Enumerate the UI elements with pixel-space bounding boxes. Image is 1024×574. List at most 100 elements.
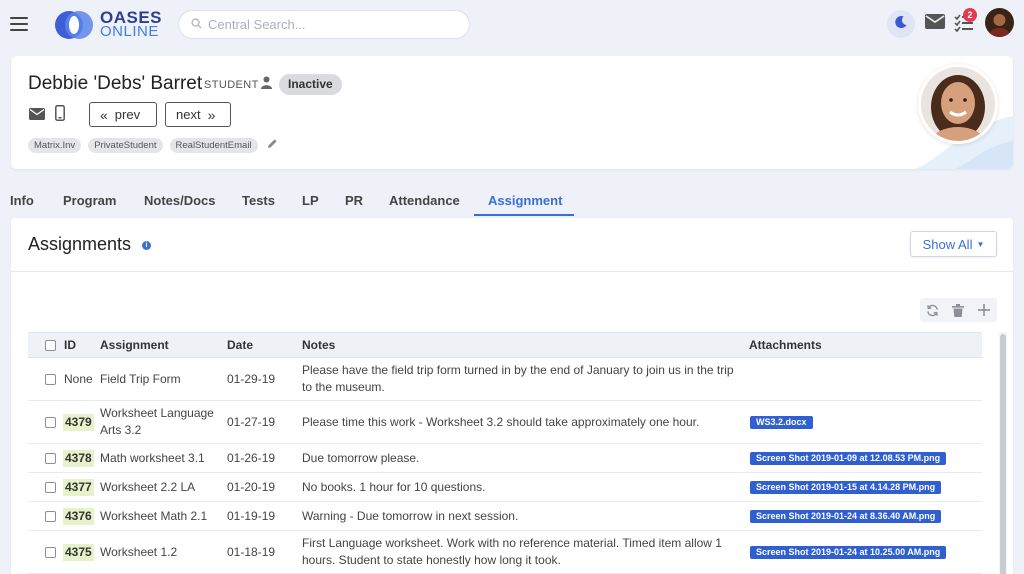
plus-icon[interactable] — [976, 302, 992, 318]
row-assignment: Worksheet Math 2.1 — [100, 508, 208, 523]
attachment-link[interactable]: WS3.2.docx — [750, 415, 813, 429]
row-id[interactable]: 4378 — [63, 449, 94, 467]
phone-icon[interactable] — [55, 105, 65, 126]
student-photo — [918, 64, 998, 144]
info-icon[interactable]: i — [142, 241, 151, 250]
mail-icon[interactable] — [925, 14, 945, 32]
search-input[interactable] — [208, 17, 448, 32]
row-notes: First Language worksheet. Work with no r… — [302, 536, 722, 567]
tag[interactable]: PrivateStudent — [88, 137, 163, 153]
prev-label: prev — [114, 107, 141, 122]
row-checkbox[interactable] — [45, 373, 56, 385]
table-row[interactable]: 4378 Math worksheet 3.1 01-26-19 Due tom… — [28, 444, 982, 473]
attachment-link[interactable]: Screen Shot 2019-01-24 at 10.25.00 AM.pn… — [750, 545, 947, 559]
row-id[interactable]: 4379 — [63, 413, 94, 431]
tag[interactable]: RealStudentEmail — [169, 137, 258, 153]
table-header: ID Assignment Date Notes Attachments — [28, 332, 982, 358]
student-profile-card: Debbie 'Debs' Barret STUDENT Inactive « … — [11, 56, 1013, 169]
logo[interactable]: OASES ONLINE — [54, 8, 162, 42]
table-scrollbar[interactable] — [999, 332, 1007, 574]
row-checkbox[interactable] — [45, 416, 56, 428]
row-id[interactable]: 4376 — [63, 507, 94, 525]
central-search[interactable] — [178, 10, 470, 39]
row-date: 01-29-19 — [227, 371, 276, 386]
active-tab-indicator — [474, 214, 574, 216]
tab-lp[interactable]: LP — [302, 186, 319, 216]
refresh-icon[interactable] — [925, 302, 941, 318]
tab-assignment[interactable]: Assignment — [488, 186, 562, 216]
student-role: STUDENT — [204, 79, 259, 91]
trash-icon[interactable] — [950, 302, 966, 318]
row-date: 01-20-19 — [227, 479, 276, 494]
row-checkbox[interactable] — [45, 481, 56, 493]
logo-line2: ONLINE — [100, 23, 159, 40]
row-assignment: Worksheet 1.2 — [100, 544, 178, 559]
row-assignment: Math worksheet 3.1 — [100, 450, 205, 465]
tab-program[interactable]: Program — [63, 186, 116, 216]
double-chevron-left-icon: « — [100, 106, 108, 123]
table-row[interactable]: 4375 Worksheet 1.2 01-18-19 First Langua… — [28, 531, 982, 574]
moon-icon — [894, 15, 908, 34]
row-date: 01-26-19 — [227, 450, 276, 465]
attachment-link[interactable]: Screen Shot 2019-01-24 at 8.36.40 AM.png — [750, 509, 942, 523]
attachment-link[interactable]: Screen Shot 2019-01-15 at 4.14.28 PM.png — [750, 480, 942, 494]
row-notes: Warning - Due tomorrow in next session. — [302, 508, 519, 523]
logo-mark-icon — [54, 10, 94, 40]
tab-pr[interactable]: PR — [345, 186, 363, 216]
table-row[interactable]: None Field Trip Form 01-29-19 Please hav… — [28, 358, 982, 401]
page-title: Assignments — [28, 234, 132, 254]
tag[interactable]: Matrix.Inv — [28, 137, 82, 153]
search-icon — [191, 16, 202, 34]
row-assignment: Worksheet Language Arts 3.2 — [100, 406, 214, 437]
hamburger-icon[interactable] — [10, 17, 28, 31]
email-icon[interactable] — [29, 107, 45, 125]
column-header-id[interactable]: ID — [64, 333, 76, 357]
caret-down-icon: ▼ — [976, 239, 985, 249]
notification-badge: 2 — [963, 8, 977, 22]
edit-pencil-icon[interactable] — [267, 136, 278, 154]
attachment-link[interactable]: Screen Shot 2019-01-09 at 12.08.53 PM.pn… — [750, 451, 947, 465]
tab-attendance[interactable]: Attendance — [389, 186, 460, 216]
row-id[interactable]: 4375 — [63, 543, 94, 561]
student-tabs: Info Program Notes/Docs Tests LP PR Atte… — [0, 186, 1014, 216]
column-header-assignment[interactable]: Assignment — [100, 333, 169, 357]
dark-mode-toggle[interactable] — [887, 10, 915, 38]
next-label: next — [176, 107, 201, 122]
row-notes: Please time this work - Worksheet 3.2 sh… — [302, 414, 700, 429]
assignments-panel: Assignments i Show All ▼ ID Assignment D… — [11, 218, 1013, 574]
assignments-table: ID Assignment Date Notes Attachments Non… — [28, 332, 982, 574]
tab-notes-docs[interactable]: Notes/Docs — [144, 186, 216, 216]
row-checkbox[interactable] — [45, 546, 56, 558]
row-assignment: Worksheet 2.2 LA — [100, 479, 196, 494]
user-avatar[interactable] — [985, 8, 1014, 37]
row-notes: Please have the field trip form turned i… — [302, 363, 734, 394]
row-date: 01-27-19 — [227, 414, 276, 429]
person-icon — [261, 76, 272, 94]
column-header-date[interactable]: Date — [227, 333, 253, 357]
prev-student-button[interactable]: « prev — [89, 102, 157, 127]
student-name: Debbie 'Debs' Barret — [28, 73, 203, 94]
row-checkbox[interactable] — [45, 452, 56, 464]
select-all-checkbox[interactable] — [45, 339, 56, 351]
student-tags: Matrix.Inv PrivateStudent RealStudentEma… — [28, 136, 278, 154]
tab-tests[interactable]: Tests — [242, 186, 275, 216]
show-all-dropdown[interactable]: Show All ▼ — [910, 231, 997, 257]
row-id[interactable]: 4377 — [63, 478, 94, 496]
row-date: 01-18-19 — [227, 544, 276, 559]
row-assignment: Field Trip Form — [100, 371, 181, 386]
double-chevron-right-icon: » — [207, 106, 216, 123]
row-notes: No books. 1 hour for 10 questions. — [302, 479, 486, 494]
row-checkbox[interactable] — [45, 510, 56, 522]
scrollbar-thumb[interactable] — [1000, 334, 1006, 574]
divider — [11, 271, 1013, 272]
table-row[interactable]: 4376 Worksheet Math 2.1 01-19-19 Warning… — [28, 502, 982, 531]
table-row[interactable]: 4377 Worksheet 2.2 LA 01-20-19 No books.… — [28, 473, 982, 502]
table-toolbar — [920, 298, 997, 322]
next-student-button[interactable]: next » — [165, 102, 231, 127]
tab-info[interactable]: Info — [10, 186, 34, 216]
column-header-notes[interactable]: Notes — [302, 333, 335, 357]
row-date: 01-19-19 — [227, 508, 276, 523]
column-header-attachments[interactable]: Attachments — [749, 333, 822, 357]
table-row[interactable]: 4379 Worksheet Language Arts 3.2 01-27-1… — [28, 401, 982, 444]
status-badge: Inactive — [279, 74, 342, 95]
